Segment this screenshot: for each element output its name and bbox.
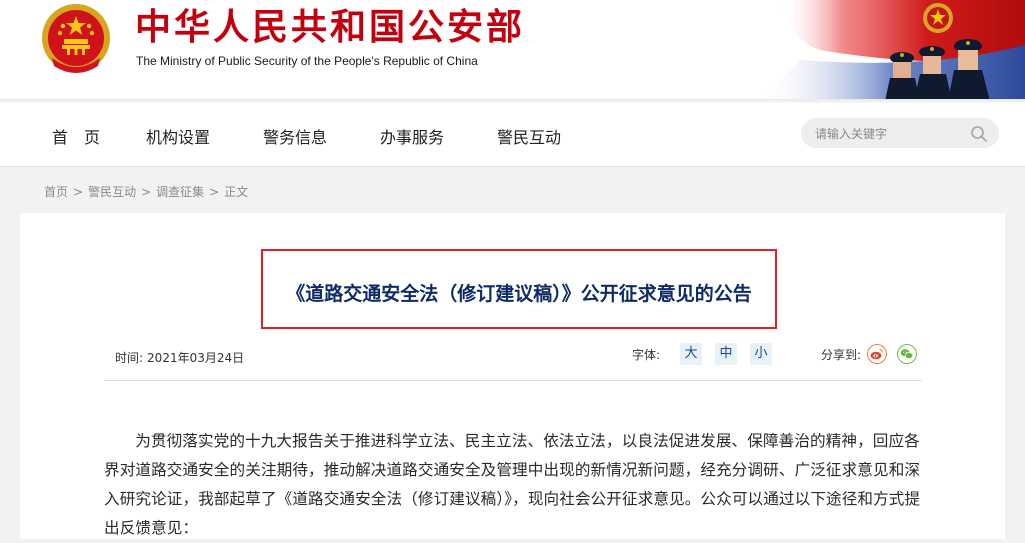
share-controls: 分享到: <box>821 344 917 364</box>
wechat-icon[interactable] <box>897 344 917 364</box>
title-highlight-box: 《道路交通安全法（修订建议稿）》公开征求意见的公告 <box>261 249 777 329</box>
site-title-english: The Ministry of Public Security of the P… <box>136 54 478 68</box>
font-size-medium-button[interactable]: 中 <box>715 343 737 365</box>
police-banner-image <box>760 0 1025 101</box>
font-size-large-button[interactable]: 大 <box>680 343 702 365</box>
breadcrumb-interaction[interactable]: 警民互动 <box>88 185 136 199</box>
share-label: 分享到: <box>821 348 862 362</box>
time-label: 时间: <box>115 351 144 365</box>
meta-divider <box>104 380 922 381</box>
article-container: 《道路交通安全法（修订建议稿）》公开征求意见的公告 时间: 2021年03月24日… <box>20 213 1005 539</box>
nav-item-home[interactable]: 首 页 <box>52 124 100 148</box>
breadcrumb-current: 正文 <box>224 185 249 199</box>
main-nav: 首 页 机构设置 警务信息 办事服务 警民互动 <box>0 103 1025 167</box>
search-icon[interactable] <box>969 124 989 144</box>
weibo-icon[interactable] <box>867 344 887 364</box>
breadcrumb-home[interactable]: 首页 <box>44 185 68 199</box>
article-meta: 时间: 2021年03月24日 <box>115 349 244 366</box>
font-size-small-button[interactable]: 小 <box>750 343 772 365</box>
site-header: 中华人民共和国公安部 The Ministry of Public Securi… <box>0 0 1025 101</box>
article-title: 《道路交通安全法（修订建议稿）》公开征求意见的公告 <box>286 283 752 305</box>
nav-item-services[interactable]: 办事服务 <box>380 124 444 148</box>
breadcrumb-separator: > <box>209 185 220 199</box>
breadcrumb: 首页 > 警民互动 > 调查征集 > 正文 <box>44 183 248 200</box>
national-emblem-icon[interactable] <box>38 2 114 78</box>
search-box <box>801 118 999 148</box>
nav-item-police-info[interactable]: 警务信息 <box>263 124 327 148</box>
font-size-controls: 字体: 大 中 小 <box>632 343 772 365</box>
article-paragraph: 为贯彻落实党的十九大报告关于推进科学立法、民主立法、依法立法，以良法促进发展、保… <box>104 432 921 537</box>
breadcrumb-survey[interactable]: 调查征集 <box>156 185 204 199</box>
site-title[interactable]: 中华人民共和国公安部 <box>135 6 525 50</box>
nav-item-organization[interactable]: 机构设置 <box>146 124 210 148</box>
nav-item-interaction[interactable]: 警民互动 <box>497 124 561 148</box>
breadcrumb-separator: > <box>73 185 84 199</box>
search-input[interactable] <box>813 123 967 145</box>
article-body: 为贯彻落实党的十九大报告关于推进科学立法、民主立法、依法立法，以良法促进发展、保… <box>104 427 922 543</box>
publish-date: 2021年03月24日 <box>147 351 245 365</box>
breadcrumb-separator: > <box>141 185 152 199</box>
font-size-label: 字体: <box>632 348 661 362</box>
